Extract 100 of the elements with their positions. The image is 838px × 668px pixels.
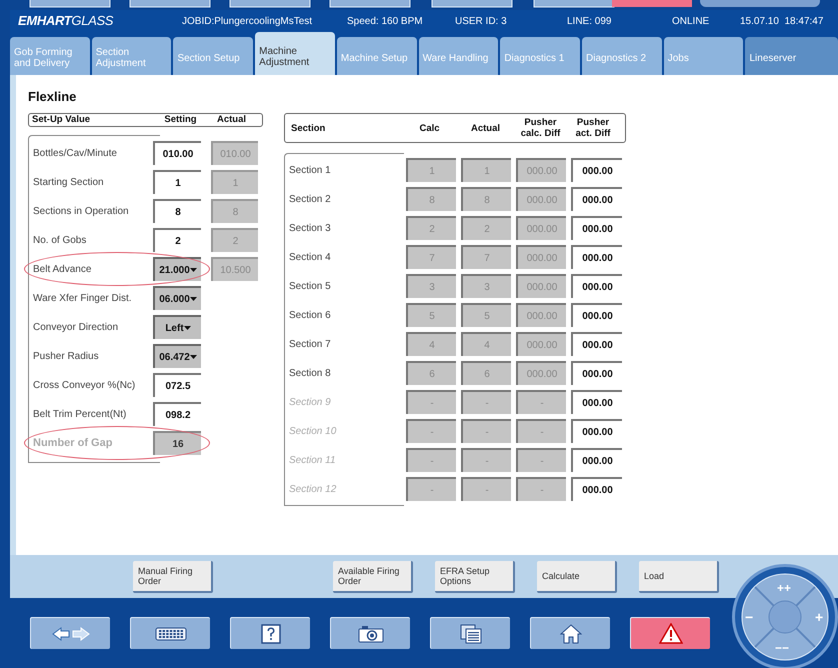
calc-value: -	[406, 419, 456, 443]
calc-diff-value: 000.00	[516, 158, 566, 182]
input-field[interactable]: 072.5	[153, 373, 201, 397]
value-display: 16	[153, 431, 201, 455]
camera-icon	[358, 624, 384, 642]
action-button[interactable]: Manual Firing Order	[133, 560, 213, 592]
input-field[interactable]: 000.00	[571, 361, 622, 385]
row-label: Starting Section	[32, 176, 105, 190]
calc-diff-value: 000.00	[516, 245, 566, 269]
action-button[interactable]: Available Firing Order	[333, 560, 413, 592]
actual-value: -	[461, 448, 511, 472]
row-label: Sections in Operation	[32, 204, 130, 218]
page-title: Flexline	[28, 88, 78, 106]
dropdown[interactable]: 21.000	[153, 257, 201, 281]
column-header: Pusher act. Diff	[574, 117, 612, 139]
section-label: Section 8	[288, 366, 332, 380]
caret-icon	[190, 297, 197, 301]
column-header: Actual	[216, 112, 248, 127]
section-label: Section 2	[288, 192, 332, 206]
calc-value: 1	[406, 158, 456, 182]
row-label: Cross Conveyor %(Nc)	[32, 378, 136, 392]
input-field[interactable]: 000.00	[571, 158, 622, 182]
row-label: Belt Advance	[32, 262, 92, 276]
actual-value: 010.00	[211, 141, 258, 165]
section-label: Section 12	[288, 482, 338, 496]
column-header: Setting	[163, 112, 198, 127]
input-field[interactable]: 2	[153, 228, 201, 252]
job-id: JOBID:PlungercoolingMsTest	[182, 14, 314, 28]
joystick-left-label: −	[745, 608, 754, 627]
toolbar-button[interactable]	[530, 617, 610, 649]
calc-value: 6	[406, 361, 456, 385]
section-label: Section 3	[288, 222, 332, 236]
date-time: 15.07.10 18:47:47	[740, 14, 824, 28]
calc-diff-value: 000.00	[516, 332, 566, 356]
input-field[interactable]: 000.00	[571, 216, 622, 240]
calc-value: 3	[406, 274, 456, 298]
input-field[interactable]: 000.00	[571, 303, 622, 327]
input-field[interactable]: 098.2	[153, 402, 201, 426]
row-label: Belt Trim Percent(Nt)	[32, 408, 128, 422]
actual-value: 1	[461, 158, 511, 182]
dropdown[interactable]: 06.472	[153, 344, 201, 368]
input-field[interactable]: 1	[153, 170, 201, 194]
actual-value: -	[461, 477, 511, 501]
row-label: Ware Xfer Finger Dist.	[32, 292, 133, 306]
action-button[interactable]: Calculate	[537, 560, 617, 592]
input-field[interactable]: 000.00	[571, 245, 622, 269]
toolbar-button[interactable]	[330, 617, 410, 649]
calc-diff-value: -	[516, 419, 566, 443]
actual-value: 5	[461, 303, 511, 327]
calc-diff-value: 000.00	[516, 216, 566, 240]
input-field[interactable]: 010.00	[153, 141, 201, 165]
column-header: Calc	[418, 122, 441, 134]
documents-icon	[460, 624, 482, 644]
action-button[interactable]: EFRA Setup Options	[435, 560, 515, 592]
tab[interactable]: Machine Adjustment	[255, 32, 335, 75]
left-right-arrows-icon	[50, 626, 90, 642]
calc-value: 2	[406, 216, 456, 240]
actual-value: 2	[461, 216, 511, 240]
actual-value: 2	[211, 228, 258, 252]
row-label: Pusher Radius	[32, 350, 100, 364]
actual-value: 7	[461, 245, 511, 269]
actual-value: -	[461, 419, 511, 443]
input-field[interactable]: 000.00	[571, 187, 622, 211]
toolbar-button[interactable]	[230, 617, 310, 649]
calc-value: 5	[406, 303, 456, 327]
calc-diff-value: 000.00	[516, 187, 566, 211]
column-header: Pusher calc. Diff	[520, 117, 562, 139]
toolbar-button[interactable]	[430, 617, 510, 649]
actual-value: 6	[461, 361, 511, 385]
calc-diff-value: 000.00	[516, 274, 566, 298]
row-label: Conveyor Direction	[32, 320, 120, 334]
calc-diff-value: -	[516, 477, 566, 501]
input-field[interactable]: 8	[153, 199, 201, 223]
logo: EMHARTGLASS	[17, 12, 114, 30]
input-field[interactable]: 000.00	[571, 274, 622, 298]
calc-diff-value: 000.00	[516, 361, 566, 385]
action-button[interactable]: Load	[639, 560, 719, 592]
input-field[interactable]: 000.00	[571, 332, 622, 356]
dropdown[interactable]: 06.000	[153, 286, 201, 310]
joystick-down-label: −−	[775, 640, 790, 657]
caret-icon	[190, 355, 197, 359]
section-label: Section 11	[288, 454, 337, 468]
section-label: Section 4	[288, 250, 332, 264]
caret-icon	[184, 326, 191, 330]
calc-diff-value: -	[516, 448, 566, 472]
user-id: USER ID: 3	[455, 14, 508, 28]
row-label: No. of Gobs	[32, 234, 88, 248]
keyboard-icon	[154, 626, 186, 640]
warning-icon	[658, 623, 682, 644]
help-icon	[260, 624, 280, 644]
column-header: Actual	[470, 122, 502, 134]
joystick-up-label: ++	[777, 580, 792, 597]
online-status: ONLINE	[672, 14, 710, 28]
dropdown[interactable]: Left	[153, 315, 201, 339]
toolbar-button[interactable]	[630, 617, 710, 649]
line-number: LINE: 099	[567, 14, 612, 28]
row-label: Number of Gap	[32, 436, 114, 451]
speed: Speed: 160 BPM	[347, 14, 424, 28]
toolbar-button[interactable]	[130, 617, 210, 649]
actual-value: -	[461, 390, 511, 414]
